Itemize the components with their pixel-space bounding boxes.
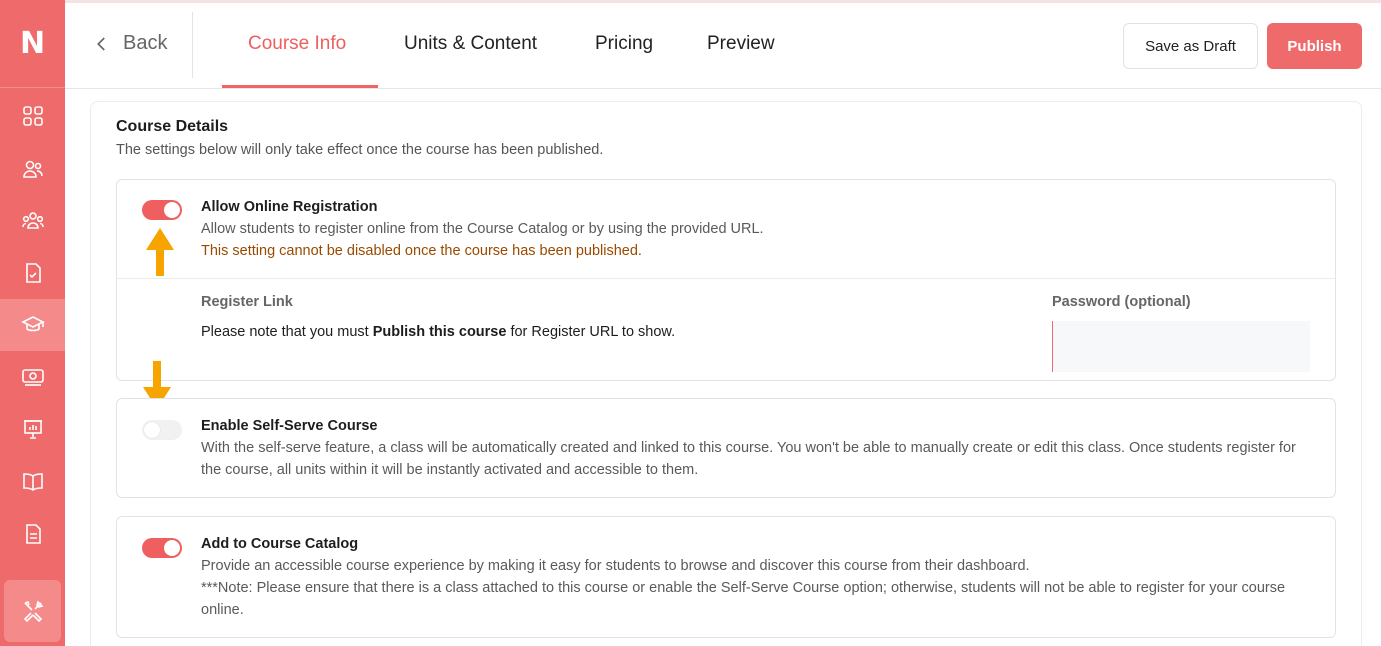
- catalog-title: Add to Course Catalog: [201, 536, 359, 552]
- note-suffix: for Register URL to show.: [506, 324, 676, 340]
- sidebar: N: [0, 0, 65, 646]
- annotation-arrow-up: [146, 228, 174, 276]
- password-input[interactable]: [1052, 321, 1310, 372]
- catalog-description: Provide an accessible course experience …: [201, 558, 1030, 574]
- app-logo[interactable]: N: [0, 0, 65, 88]
- book-icon[interactable]: [0, 456, 65, 508]
- graduation-cap-icon[interactable]: [0, 299, 65, 351]
- online-registration-warning: This setting cannot be disabled once the…: [201, 243, 642, 259]
- back-button[interactable]: Back: [93, 32, 167, 55]
- online-registration-title: Allow Online Registration: [201, 199, 378, 215]
- catalog-note: ***Note: Please ensure that there is a c…: [201, 580, 1286, 618]
- register-link-note: Please note that you must Publish this c…: [201, 324, 675, 340]
- register-link-label: Register Link: [201, 294, 293, 310]
- self-serve-toggle[interactable]: [142, 420, 182, 440]
- toggle-knob: [144, 422, 160, 438]
- assignment-check-icon[interactable]: [0, 247, 65, 299]
- tab-pricing[interactable]: Pricing: [595, 33, 653, 55]
- self-serve-description: With the self-serve feature, a class wil…: [201, 440, 1296, 478]
- toggle-knob: [164, 540, 180, 556]
- toggle-knob: [164, 202, 180, 218]
- document-icon[interactable]: [0, 508, 65, 560]
- publish-button[interactable]: Publish: [1267, 23, 1362, 69]
- note-prefix: Please note that you must: [201, 324, 373, 340]
- active-tab-indicator: [222, 85, 378, 88]
- tools-icon[interactable]: [4, 580, 61, 642]
- groups-icon[interactable]: [0, 195, 65, 247]
- section-title: Course Details: [116, 118, 229, 135]
- save-as-draft-button[interactable]: Save as Draft: [1123, 23, 1258, 69]
- divider: [117, 278, 1335, 279]
- chevron-left-icon: [97, 36, 105, 51]
- top-edge-line: [65, 0, 1381, 3]
- password-label: Password (optional): [1052, 294, 1191, 310]
- self-serve-title: Enable Self-Serve Course: [201, 418, 378, 434]
- online-registration-description: Allow students to register online from t…: [201, 221, 764, 237]
- money-icon[interactable]: [0, 351, 65, 403]
- online-registration-toggle[interactable]: [142, 200, 182, 220]
- presentation-board-icon[interactable]: [0, 403, 65, 455]
- tab-units-content[interactable]: Units & Content: [404, 33, 537, 55]
- section-subtitle: The settings below will only take effect…: [116, 142, 604, 158]
- top-bar: Back Course Info Units & Content Pricing…: [65, 0, 1381, 89]
- header-divider: [192, 12, 193, 78]
- note-bold: Publish this course: [372, 324, 507, 340]
- tab-preview[interactable]: Preview: [707, 33, 775, 55]
- tab-course-info[interactable]: Course Info: [248, 33, 346, 55]
- back-label: Back: [123, 32, 168, 54]
- dashboard-grid-icon[interactable]: [0, 90, 65, 142]
- users-icon[interactable]: [0, 143, 65, 195]
- catalog-toggle[interactable]: [142, 538, 182, 558]
